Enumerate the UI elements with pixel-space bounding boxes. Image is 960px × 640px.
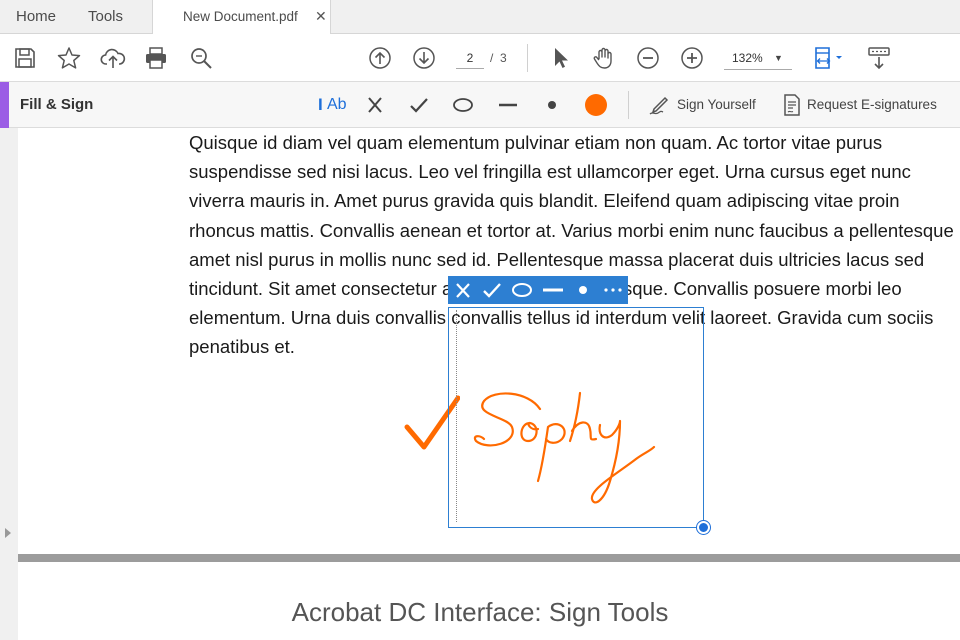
tab-document[interactable]: New Document.pdf ✕ bbox=[152, 0, 331, 35]
check-icon[interactable] bbox=[407, 93, 431, 117]
zoom-in-icon[interactable] bbox=[679, 45, 705, 71]
document-icon bbox=[780, 93, 804, 117]
left-panel-strip bbox=[0, 128, 18, 640]
dot-icon[interactable] bbox=[540, 93, 564, 117]
expand-panel-icon[interactable] bbox=[5, 528, 11, 538]
text-tool-bar: I bbox=[318, 95, 323, 114]
page-separator: / bbox=[490, 51, 494, 65]
check-icon[interactable] bbox=[477, 276, 507, 304]
cross-icon[interactable] bbox=[448, 276, 478, 304]
text-line: suspendisse sed nisi lacus. Leo vel frin… bbox=[189, 161, 911, 183]
line-icon[interactable] bbox=[496, 93, 520, 117]
total-pages: 3 bbox=[500, 51, 507, 65]
page-number-input[interactable]: 2 bbox=[456, 47, 484, 69]
zoom-value: 132% bbox=[732, 51, 763, 65]
dot-icon[interactable] bbox=[568, 276, 598, 304]
ellipse-icon[interactable] bbox=[507, 276, 537, 304]
ellipse-icon[interactable] bbox=[451, 93, 475, 117]
resize-handle[interactable] bbox=[697, 521, 710, 534]
search-icon[interactable] bbox=[188, 45, 214, 71]
fill-sign-divider bbox=[628, 91, 629, 119]
print-icon[interactable] bbox=[143, 45, 169, 71]
color-swatch-icon[interactable] bbox=[584, 93, 608, 117]
fit-page-icon[interactable] bbox=[812, 45, 848, 71]
save-icon[interactable] bbox=[12, 45, 38, 71]
signature-guide-line bbox=[456, 310, 457, 522]
fill-sign-title: Fill & Sign bbox=[20, 96, 94, 113]
toolbar-divider bbox=[527, 44, 528, 72]
tab-bar: Home Tools New Document.pdf ✕ bbox=[0, 0, 960, 35]
tab-home[interactable]: Home bbox=[16, 0, 56, 34]
page-divider bbox=[18, 554, 960, 562]
text-line: amet nisl purus in mollis nunc sed id. P… bbox=[189, 248, 925, 270]
more-icon[interactable] bbox=[598, 276, 628, 304]
signature-mini-toolbar bbox=[448, 276, 628, 304]
fill-sign-toolbar: Fill & Sign I Ab Sign Yourself Request E… bbox=[0, 82, 960, 128]
chevron-down-icon: ▼ bbox=[774, 53, 783, 63]
cross-icon[interactable] bbox=[363, 93, 387, 117]
text-tool-icon[interactable]: I Ab bbox=[318, 93, 348, 117]
page-down-icon[interactable] bbox=[411, 45, 437, 71]
zoom-select[interactable]: 132% ▼ bbox=[724, 46, 792, 70]
main-toolbar: 2 / 3 132% ▼ bbox=[0, 34, 960, 82]
tab-document-label: New Document.pdf bbox=[183, 9, 298, 24]
text-line: Quisque id diam vel quam elementum pulvi… bbox=[189, 132, 883, 153]
signature-image[interactable] bbox=[468, 385, 698, 513]
sign-pen-icon bbox=[648, 93, 672, 117]
signature-sophy bbox=[473, 391, 656, 504]
text-tool-label: Ab bbox=[327, 96, 347, 113]
caption: Acrobat DC Interface: Sign Tools bbox=[291, 597, 669, 627]
request-esignatures-button[interactable]: Request E-signatures bbox=[807, 82, 937, 128]
select-cursor-icon[interactable] bbox=[547, 45, 573, 71]
page-up-icon[interactable] bbox=[367, 45, 393, 71]
text-line: viverra mauris in. Amet purus gravida qu… bbox=[189, 190, 900, 212]
line-icon[interactable] bbox=[538, 276, 568, 304]
star-icon[interactable] bbox=[56, 45, 82, 71]
zoom-out-icon[interactable] bbox=[635, 45, 661, 71]
close-tab-icon[interactable]: ✕ bbox=[315, 0, 327, 33]
fill-sign-accent bbox=[0, 82, 9, 128]
download-tray-icon[interactable] bbox=[866, 45, 892, 71]
text-line: rhoncus mattis. Convallis aenean et tort… bbox=[189, 219, 954, 241]
upload-icon[interactable] bbox=[100, 45, 126, 71]
sign-yourself-button[interactable]: Sign Yourself bbox=[677, 82, 756, 128]
hand-icon[interactable] bbox=[591, 45, 617, 71]
tab-tools[interactable]: Tools bbox=[88, 0, 123, 34]
